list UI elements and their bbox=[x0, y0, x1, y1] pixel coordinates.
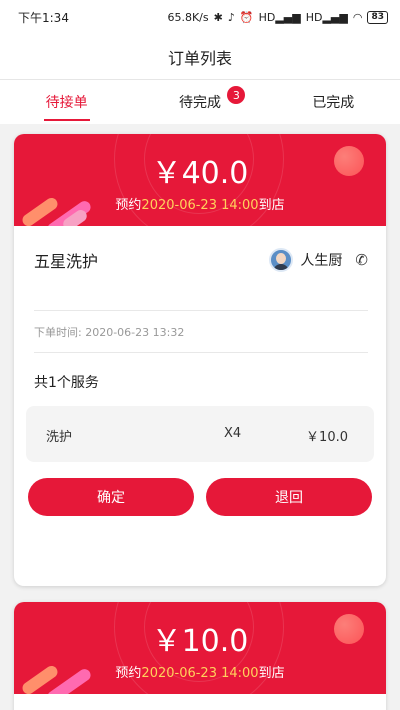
order-card-header: ￥40.0 预约2020-06-23 14:00到店 bbox=[14, 134, 386, 226]
tab-label: 待接单 bbox=[45, 95, 88, 111]
appointment-time: 2020-06-23 14:00 bbox=[141, 198, 259, 213]
order-tabs: 待接单 待完成 3 已完成 bbox=[0, 80, 400, 124]
status-time: 下午1:34 bbox=[18, 10, 69, 25]
appointment-time: 2020-06-23 14:00 bbox=[141, 666, 259, 681]
nav-bar: 订单列表 bbox=[0, 34, 400, 80]
order-time: 下单时间: 2020-06-23 13:32 bbox=[34, 326, 185, 339]
return-button[interactable]: 退回 bbox=[206, 478, 372, 516]
order-card: ￥40.0 预约2020-06-23 14:00到店 五星洗护 人生厨 ✆ 下单… bbox=[14, 134, 386, 586]
signal-hd-1-icon: HD▂▄▆ bbox=[258, 10, 301, 24]
confirm-button[interactable]: 确定 bbox=[28, 478, 194, 516]
tab-label: 已完成 bbox=[312, 95, 355, 111]
item-quantity: X4 bbox=[224, 426, 242, 441]
phone-icon[interactable]: ✆ bbox=[355, 251, 368, 269]
tab-completed[interactable]: 已完成 bbox=[267, 80, 400, 124]
avatar bbox=[269, 248, 294, 272]
appointment-text: 预约2020-06-23 14:00到店 bbox=[115, 198, 285, 213]
order-card: ￥10.0 预约2020-06-23 14:00到店 bbox=[14, 602, 386, 710]
status-bar: 下午1:34 65.8K/s ✱ ♪ ⏰ HD▂▄▆ HD▂▄▆ ◠ 83 bbox=[0, 0, 400, 34]
status-icons: 65.8K/s ✱ ♪ ⏰ HD▂▄▆ HD▂▄▆ ◠ 83 bbox=[167, 10, 388, 24]
service-name: 五星洗护 bbox=[34, 252, 99, 271]
tab-pending-complete[interactable]: 待完成 3 bbox=[133, 80, 266, 124]
divider bbox=[34, 352, 368, 353]
order-card-header: ￥10.0 预约2020-06-23 14:00到店 bbox=[14, 602, 386, 694]
divider bbox=[34, 310, 368, 311]
item-price: ￥10.0 bbox=[306, 430, 348, 445]
service-row: 五星洗护 人生厨 ✆ bbox=[34, 248, 368, 272]
appointment-text: 预约2020-06-23 14:00到店 bbox=[115, 666, 285, 681]
tab-label: 待完成 bbox=[178, 95, 221, 111]
item-name: 洗护 bbox=[46, 430, 73, 445]
page-title: 订单列表 bbox=[167, 48, 232, 68]
tab-pending-accept[interactable]: 待接单 bbox=[0, 80, 133, 124]
order-amount: ￥40.0 bbox=[151, 156, 249, 191]
signal-hd-2-icon: HD▂▄▆ bbox=[305, 10, 348, 24]
bluetooth-icon: ✱ bbox=[213, 10, 223, 24]
service-item: 洗护 X4 ￥10.0 bbox=[26, 406, 374, 462]
customer-name: 人生厨 bbox=[300, 253, 343, 269]
network-speed: 65.8K/s bbox=[167, 10, 209, 24]
battery-icon: 83 bbox=[367, 10, 388, 24]
count-badge: 3 bbox=[227, 86, 246, 104]
customer-info: 人生厨 ✆ bbox=[269, 248, 368, 272]
service-count: 共1个服务 bbox=[34, 375, 99, 391]
wifi-icon: ◠ bbox=[352, 10, 363, 24]
order-amount: ￥10.0 bbox=[151, 624, 249, 659]
mute-icon: ♪ bbox=[227, 10, 235, 24]
alarm-icon: ⏰ bbox=[239, 10, 254, 24]
